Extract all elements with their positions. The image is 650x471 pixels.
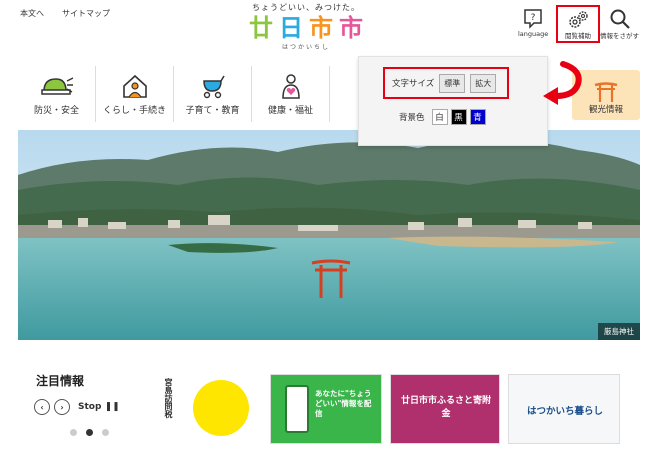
carousel-dot[interactable] <box>70 429 77 436</box>
carousel-dot[interactable] <box>102 429 109 436</box>
nav-item-childcare[interactable]: 子育て・教育 <box>174 66 252 122</box>
nav-label: 健康・福祉 <box>267 106 313 116</box>
carousel-prev-button[interactable]: ‹ <box>34 399 50 415</box>
nav-label: 子育て・教育 <box>185 106 240 116</box>
card-text: 廿日市市ふるさと寄附金 <box>400 396 491 419</box>
accessibility-button[interactable]: 閲覧補助 <box>556 5 600 43</box>
font-standard-button[interactable]: 標準 <box>439 73 466 93</box>
logo-kana: はつかいちし <box>281 44 330 51</box>
phone-graphic <box>285 385 309 433</box>
featured-card-hatsukaichi-living[interactable]: はつかいち暮らし <box>508 374 620 444</box>
featured-section: 注目情報 ‹ › Stop ❚❚ 宮島訪問税 あなたに"ちょうどいい"情報を配信… <box>18 354 640 454</box>
skip-to-content-link[interactable]: 本文へ <box>20 8 44 19</box>
svg-text:?: ? <box>531 13 536 23</box>
nav-item-disaster[interactable]: 防災・安全 <box>18 66 96 122</box>
logo-char-3: 市 <box>309 14 333 42</box>
stop-label: Stop <box>78 402 102 412</box>
sitemap-link[interactable]: サイトマップ <box>62 8 110 19</box>
search-label: 情報をさがす <box>600 32 639 40</box>
language-label: language <box>518 30 549 38</box>
card-text: はつかいち暮らし <box>526 406 603 417</box>
logo-text: 廿 日 市 市 <box>236 15 376 41</box>
search-icon <box>610 9 630 29</box>
featured-card-furusato[interactable]: 廿日市市ふるさと寄附金 <box>390 374 500 444</box>
accessibility-label: 閲覧補助 <box>565 32 591 40</box>
bg-color-label: 背景色 <box>399 113 425 123</box>
logo-tagline: ちょうどいい、みつけた。 <box>252 3 360 12</box>
person-heart-icon <box>281 74 300 99</box>
hero-image: 厳島神社 <box>18 130 640 340</box>
font-enlarge-button[interactable]: 拡大 <box>470 73 497 93</box>
font-size-label: 文字サイズ <box>392 79 435 89</box>
card-vertical-text: 宮島訪問税 <box>164 378 173 418</box>
language-bubble-icon: ? <box>524 9 542 29</box>
card-text: あなたに"ちょうどいい"情報を配信 <box>315 389 372 418</box>
carousel-controls: ‹ › Stop ❚❚ <box>34 399 120 415</box>
logo-char-4: 市 <box>339 14 363 42</box>
bg-black-button[interactable]: 黒 <box>450 109 467 125</box>
hero-landscape-image <box>18 130 640 340</box>
main-nav: 防災・安全 くらし・手続き 子育て・教育 健康・福祉 文化 <box>18 66 408 122</box>
accessibility-panel: 文字サイズ 標準 拡大 背景色 白 黒 青 <box>358 56 548 146</box>
carousel-dot-active[interactable] <box>86 429 93 436</box>
torii-icon <box>594 82 618 102</box>
featured-title: 注目情報 <box>36 374 85 388</box>
nav-label: くらし・手続き <box>102 106 166 116</box>
bg-blue-button[interactable]: 青 <box>469 109 486 125</box>
featured-card-miyajima-tax[interactable]: 宮島訪問税 <box>153 374 263 444</box>
gear-icon <box>569 11 588 28</box>
carousel-indicators <box>70 429 109 436</box>
featured-card-line-info[interactable]: あなたに"ちょうどいい"情報を配信 <box>270 374 382 444</box>
pause-icon: ❚❚ <box>104 402 120 412</box>
stroller-icon <box>202 75 225 99</box>
nav-tourism-label: 観光情報 <box>588 105 623 115</box>
font-size-controls: 文字サイズ 標準 拡大 <box>383 67 509 99</box>
hero-caption: 厳島神社 <box>598 323 640 340</box>
site-logo[interactable]: ちょうどいい、みつけた。 廿 日 市 市 はつかいちし <box>236 2 376 51</box>
background-color-controls: 背景色 白 黒 青 <box>399 109 486 125</box>
bg-white-button[interactable]: 白 <box>431 109 448 125</box>
logo-char-1: 廿 <box>249 14 273 42</box>
logo-char-2: 日 <box>279 14 303 42</box>
search-button[interactable]: 情報をさがす <box>600 8 639 40</box>
house-person-icon <box>122 74 147 98</box>
nav-item-living[interactable]: くらし・手続き <box>96 66 174 122</box>
carousel-stop-button[interactable]: Stop ❚❚ <box>78 402 120 412</box>
top-links: 本文へ サイトマップ <box>20 8 110 19</box>
carousel-next-button[interactable]: › <box>54 399 70 415</box>
disaster-helmet-icon <box>40 77 73 95</box>
language-button[interactable]: ? language <box>518 8 548 38</box>
nav-item-health[interactable]: 健康・福祉 <box>252 66 330 122</box>
yellow-circle-graphic <box>193 380 249 436</box>
annotation-arrow-icon <box>543 61 582 105</box>
nav-label: 防災・安全 <box>33 106 79 116</box>
